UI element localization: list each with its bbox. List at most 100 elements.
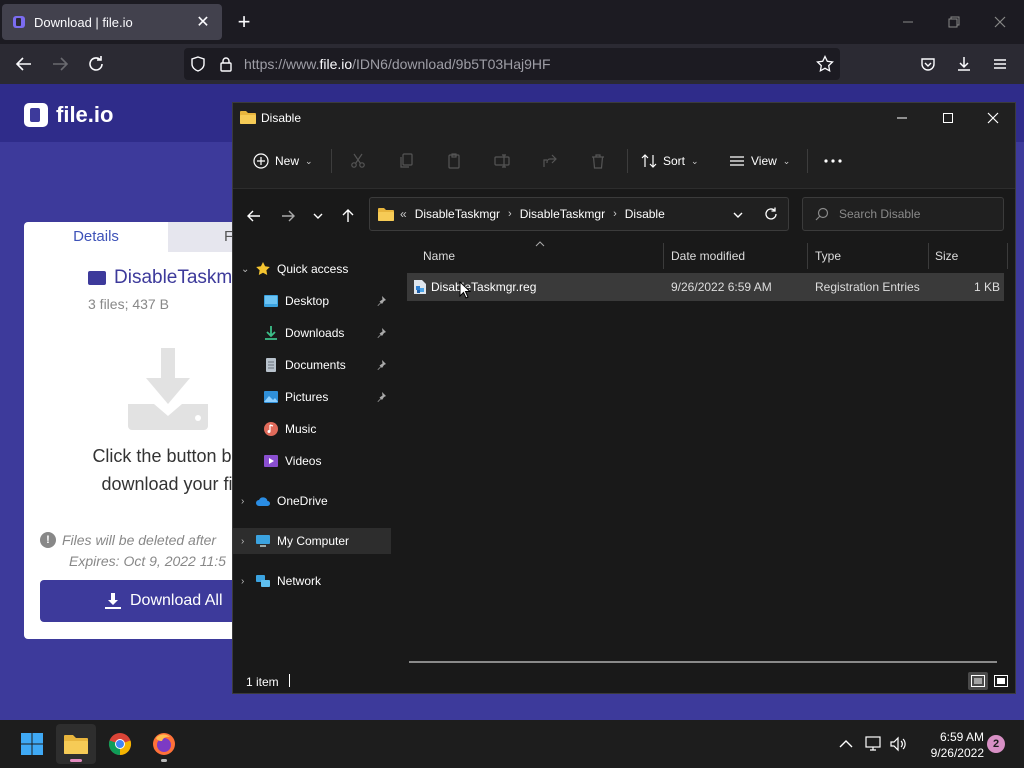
new-tab-button[interactable]: + xyxy=(232,10,256,34)
explorer-back-button[interactable] xyxy=(243,205,265,227)
forward-button[interactable] xyxy=(48,52,72,76)
chevron-right-icon[interactable]: › xyxy=(613,208,617,220)
pin-icon[interactable] xyxy=(375,391,387,403)
browser-minimize-button[interactable] xyxy=(896,10,920,34)
taskbar-chrome[interactable] xyxy=(100,724,140,764)
download-icon xyxy=(105,593,121,609)
breadcrumb-item[interactable]: DisableTaskmgr xyxy=(415,207,500,221)
back-button[interactable] xyxy=(12,52,36,76)
chevron-right-icon[interactable]: › xyxy=(241,536,255,547)
download-all-button[interactable]: Download All xyxy=(40,580,264,622)
new-button[interactable]: New ⌄ xyxy=(253,150,313,172)
copy-icon xyxy=(400,153,413,168)
column-header-date[interactable]: Date modified xyxy=(671,241,745,271)
column-header-type[interactable]: Type xyxy=(815,241,841,271)
downloads-button[interactable] xyxy=(952,52,976,76)
shield-icon[interactable] xyxy=(190,56,206,72)
file-explorer-window: Disable New ⌄ Sort ⌄ View ⌄ « DisableTas… xyxy=(232,102,1016,694)
nav-downloads[interactable]: Downloads xyxy=(233,320,391,346)
up-folder-button[interactable] xyxy=(337,205,359,227)
tab-close-icon[interactable]: ✕ xyxy=(194,12,212,32)
taskbar-firefox[interactable] xyxy=(144,724,184,764)
star-icon[interactable] xyxy=(816,55,834,73)
overflow-icon[interactable]: « xyxy=(400,207,407,221)
menu-button[interactable] xyxy=(988,52,1012,76)
horizontal-scrollbar[interactable] xyxy=(409,661,997,663)
show-hidden-icons-button[interactable] xyxy=(836,734,856,754)
cut-button[interactable] xyxy=(347,150,369,172)
nav-music[interactable]: Music xyxy=(233,416,391,442)
column-divider[interactable] xyxy=(663,243,664,269)
chevron-right-icon[interactable]: › xyxy=(508,208,512,220)
pocket-button[interactable] xyxy=(916,52,940,76)
copy-button[interactable] xyxy=(395,150,417,172)
sort-button[interactable]: Sort ⌄ xyxy=(641,150,699,172)
tab-details[interactable]: Details xyxy=(24,222,168,252)
share-icon xyxy=(543,154,557,167)
view-list-icon xyxy=(730,156,744,166)
address-bar[interactable]: https://www.file.io/IDN6/download/9b5T03… xyxy=(184,48,840,80)
more-options-button[interactable] xyxy=(823,150,849,172)
file-row[interactable]: DisableTaskmgr.reg 9/26/2022 6:59 AM Reg… xyxy=(407,273,1004,301)
network-status-button[interactable] xyxy=(864,734,884,754)
view-button[interactable]: View ⌄ xyxy=(729,150,790,172)
chevron-down-icon[interactable]: ⌄ xyxy=(241,264,255,275)
nav-videos[interactable]: Videos xyxy=(233,448,391,474)
explorer-search-input[interactable]: Search Disable xyxy=(802,197,1004,231)
recent-locations-button[interactable] xyxy=(307,205,329,227)
column-header-size[interactable]: Size xyxy=(935,241,958,271)
divider xyxy=(627,149,628,173)
site-logo[interactable]: file.io xyxy=(24,102,113,128)
explorer-minimize-button[interactable] xyxy=(887,107,917,129)
lock-icon[interactable] xyxy=(218,56,234,72)
nav-onedrive[interactable]: › OneDrive xyxy=(233,488,391,514)
breadcrumb-item[interactable]: Disable xyxy=(625,207,665,221)
explorer-titlebar[interactable]: Disable xyxy=(233,103,1015,133)
column-divider[interactable] xyxy=(807,243,808,269)
delete-button[interactable] xyxy=(587,150,609,172)
refresh-icon[interactable] xyxy=(764,207,778,221)
nav-my-computer[interactable]: › My Computer xyxy=(233,528,391,554)
explorer-close-button[interactable] xyxy=(978,107,1008,129)
mouse-cursor-icon xyxy=(459,281,471,299)
start-button[interactable] xyxy=(12,724,52,764)
item-count: 1 item xyxy=(246,675,279,689)
notification-badge[interactable]: 2 xyxy=(987,735,1005,753)
browser-restore-button[interactable] xyxy=(942,10,966,34)
nav-desktop[interactable]: Desktop xyxy=(233,288,391,314)
column-divider[interactable] xyxy=(928,243,929,269)
file-name: DisableTaskmgr.reg xyxy=(431,280,537,294)
chevron-right-icon[interactable]: › xyxy=(241,576,255,587)
nav-quick-access[interactable]: ⌄ Quick access xyxy=(233,256,391,282)
nav-pictures[interactable]: Pictures xyxy=(233,384,391,410)
taskbar-file-explorer[interactable] xyxy=(56,724,96,764)
taskbar-clock[interactable]: 6:59 AM 9/26/2022 xyxy=(912,729,984,761)
cloud-icon xyxy=(255,493,271,509)
rename-button[interactable] xyxy=(491,150,513,172)
breadcrumb-item[interactable]: DisableTaskmgr xyxy=(520,207,605,221)
explorer-maximize-button[interactable] xyxy=(933,107,963,129)
paste-button[interactable] xyxy=(443,150,465,172)
tiles-view-button[interactable] xyxy=(991,672,1011,690)
reload-button[interactable] xyxy=(84,52,108,76)
windows-taskbar: 6:59 AM 9/26/2022 2 xyxy=(0,720,1024,768)
nav-label: Desktop xyxy=(285,294,330,308)
browser-tab[interactable]: Download | file.io ✕ xyxy=(2,4,222,40)
chevron-right-icon[interactable]: › xyxy=(241,496,255,507)
pin-icon[interactable] xyxy=(375,359,387,371)
volume-button[interactable] xyxy=(888,734,908,754)
details-view-button[interactable] xyxy=(968,672,988,690)
nav-network[interactable]: › Network xyxy=(233,568,391,594)
chevron-down-icon: ⌄ xyxy=(305,155,313,166)
explorer-address-bar[interactable]: « DisableTaskmgr › DisableTaskmgr › Disa… xyxy=(369,197,789,231)
chevron-down-icon[interactable] xyxy=(732,209,744,221)
expiry-text: Expires: Oct 9, 2022 11:5 xyxy=(69,553,226,569)
pin-icon[interactable] xyxy=(375,295,387,307)
explorer-forward-button[interactable] xyxy=(277,205,299,227)
column-header-name[interactable]: Name xyxy=(423,241,455,271)
column-divider[interactable] xyxy=(1007,243,1008,269)
nav-documents[interactable]: Documents xyxy=(233,352,391,378)
pin-icon[interactable] xyxy=(375,327,387,339)
browser-close-button[interactable] xyxy=(988,10,1012,34)
share-button[interactable] xyxy=(539,150,561,172)
